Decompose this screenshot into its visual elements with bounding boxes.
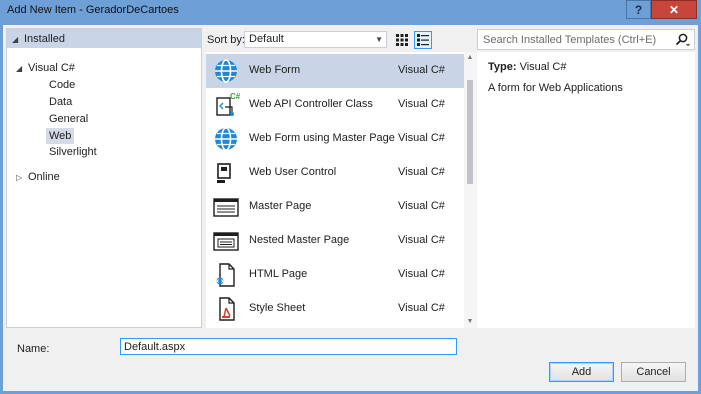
template-name: Nested Master Page bbox=[249, 234, 350, 246]
sort-by-label: Sort by: bbox=[207, 34, 245, 46]
template-language: Visual C# bbox=[398, 268, 445, 280]
add-new-item-dialog: Add New Item - GeradorDeCartoes ? ✕ ◢ Ins… bbox=[0, 0, 701, 394]
template-name: Web Form using Master Page bbox=[249, 132, 395, 144]
window-title: Add New Item - GeradorDeCartoes bbox=[7, 4, 179, 16]
tree-item-label: Silverlight bbox=[49, 146, 97, 158]
template-row-web-api-controller-class[interactable]: C# Web API Controller Class Visual C# bbox=[206, 88, 464, 122]
template-description: A form for Web Applications bbox=[488, 82, 623, 94]
sort-by-dropdown[interactable]: Default ▼ bbox=[244, 31, 387, 48]
template-row-web-user-control[interactable]: Web User Control Visual C# bbox=[206, 156, 464, 190]
tree-item-label: General bbox=[49, 113, 89, 125]
category-tree: ◢ Installed ◢ Visual C# Code Data General … bbox=[6, 28, 202, 328]
chevron-down-icon: ▼ bbox=[375, 35, 383, 44]
template-list: Web Form Visual C# C# Web API Controller… bbox=[206, 52, 464, 328]
scrollbar-thumb[interactable] bbox=[467, 80, 473, 184]
tree-item-silverlight[interactable]: Silverlight bbox=[49, 144, 97, 160]
template-language: Visual C# bbox=[398, 64, 445, 76]
add-button[interactable]: Add bbox=[549, 362, 614, 382]
collapse-arrow-icon: ◢ bbox=[12, 35, 19, 44]
tree-item-label: Online bbox=[28, 171, 60, 183]
template-language: Visual C# bbox=[398, 200, 445, 212]
type-value: Visual C# bbox=[519, 61, 567, 73]
svg-text:C#: C# bbox=[230, 92, 240, 101]
tree-item-label: Code bbox=[49, 79, 76, 91]
list-view-button[interactable] bbox=[414, 31, 432, 49]
template-row-style-sheet[interactable]: Style Sheet Visual C# bbox=[206, 292, 464, 326]
template-list-scrollbar[interactable]: ▲ ▼ bbox=[464, 52, 476, 328]
search-templates-input[interactable]: Search Installed Templates (Ctrl+E) bbox=[477, 29, 695, 50]
template-language: Visual C# bbox=[398, 234, 445, 246]
template-language: Visual C# bbox=[398, 132, 445, 144]
globe-icon bbox=[215, 127, 237, 151]
type-label: Type: bbox=[488, 61, 517, 73]
tree-item-general[interactable]: General bbox=[49, 111, 88, 127]
template-row-master-page[interactable]: Master Page Visual C# bbox=[206, 190, 464, 224]
template-details-pane: Type: Visual C# A form for Web Applicati… bbox=[477, 52, 695, 328]
help-button[interactable]: ? bbox=[626, 0, 651, 19]
name-label: Name: bbox=[17, 343, 50, 355]
template-name: Web Form bbox=[249, 64, 301, 76]
sort-by-value: Default bbox=[249, 33, 284, 45]
tree-item-label: Web bbox=[49, 130, 72, 142]
template-language: Visual C# bbox=[398, 302, 445, 314]
template-row-nested-master-page[interactable]: Nested Master Page Visual C# bbox=[206, 224, 464, 258]
list-view-icon bbox=[417, 34, 429, 46]
tree-header-label: Installed bbox=[24, 33, 65, 45]
user-control-icon bbox=[217, 163, 231, 183]
html-page-icon bbox=[216, 263, 235, 287]
tree-item-web[interactable]: Web bbox=[46, 128, 75, 144]
tree-item-code[interactable]: Code bbox=[49, 77, 75, 93]
template-language: Visual C# bbox=[398, 98, 445, 110]
grid-view-icon bbox=[396, 34, 408, 46]
cancel-button[interactable]: Cancel bbox=[621, 362, 686, 382]
template-name: Web User Control bbox=[249, 166, 337, 178]
template-name: Web API Controller Class bbox=[249, 98, 373, 110]
scroll-up-arrow-icon[interactable]: ▲ bbox=[464, 52, 476, 64]
tree-item-visual-csharp[interactable]: ◢ Visual C# bbox=[16, 60, 75, 76]
tree-item-label: Data bbox=[49, 96, 73, 108]
template-row-html-page[interactable]: HTML Page Visual C# bbox=[206, 258, 464, 292]
tree-header-installed[interactable]: ◢ Installed bbox=[7, 29, 201, 48]
name-input[interactable] bbox=[120, 338, 457, 355]
expand-arrow-icon: ▷ bbox=[16, 173, 23, 182]
style-sheet-icon bbox=[219, 297, 235, 321]
template-row-web-form-using-master-page[interactable]: Web Form using Master Page Visual C# bbox=[206, 122, 464, 156]
expand-arrow-icon: ◢ bbox=[16, 64, 23, 73]
title-bar[interactable]: Add New Item - GeradorDeCartoes ? ✕ bbox=[0, 0, 701, 22]
tree-item-label: Visual C# bbox=[28, 62, 75, 74]
close-button[interactable]: ✕ bbox=[651, 0, 697, 19]
globe-icon bbox=[215, 59, 237, 83]
search-icon[interactable] bbox=[674, 33, 690, 47]
webapi-icon: C# bbox=[216, 92, 240, 116]
tree-item-data[interactable]: Data bbox=[49, 94, 72, 110]
template-name: Style Sheet bbox=[249, 302, 306, 314]
search-placeholder: Search Installed Templates (Ctrl+E) bbox=[483, 34, 657, 46]
dialog-body: ◢ Installed ◢ Visual C# Code Data General … bbox=[3, 25, 698, 391]
template-name: Master Page bbox=[249, 200, 312, 212]
tree-item-online[interactable]: ▷ Online bbox=[16, 169, 60, 185]
scroll-down-arrow-icon[interactable]: ▼ bbox=[464, 316, 476, 328]
sort-toolbar: Sort by: Default ▼ bbox=[206, 29, 464, 51]
master-page-icon bbox=[213, 198, 239, 217]
template-row-web-form[interactable]: Web Form Visual C# bbox=[206, 54, 464, 88]
template-name: HTML Page bbox=[249, 268, 308, 280]
grid-view-button[interactable] bbox=[393, 31, 411, 49]
template-type-line: Type: Visual C# bbox=[488, 61, 566, 73]
nested-master-page-icon bbox=[213, 232, 239, 251]
template-language: Visual C# bbox=[398, 166, 445, 178]
